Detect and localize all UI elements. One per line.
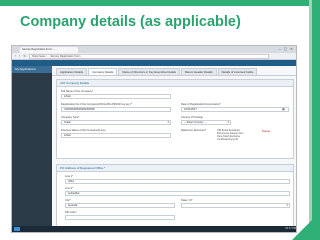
slide-top-bar [0,0,320,6]
slide-right-bar [312,0,320,240]
country-select[interactable]: -- Select Country -- [181,120,231,125]
main-content: Application Details Company Details Name… [52,66,296,232]
start-button[interactable] [14,227,20,231]
tab-directors[interactable]: Name of Directors or Key Executive Detai… [118,68,180,75]
delete-link[interactable]: Delete [262,129,270,133]
window-controls[interactable]: – ▢ ✕ [279,47,294,51]
tab-return-header[interactable]: Return Header Details [180,68,217,75]
country-label: Country Of Foreign [181,116,204,119]
pin-label: PIN code* [65,211,77,214]
reg-no-label: Registration No of the Company/CIN/LLP/L… [61,103,133,106]
line1-input[interactable]: office [65,179,290,184]
city-input[interactable]: amanda [65,203,175,208]
city-label: City* [65,199,71,202]
reference-document-label: Reference Document* [181,129,207,132]
reference-document-note-4: Certificate/Copy.pdf [217,138,238,141]
tab-application-details[interactable]: Application Details [56,68,88,75]
address-bar: ‹ › ↻ https://www.... - Service Registra… [12,53,296,60]
full-name-label: Full Name of the Company* [61,90,93,93]
screenshot-window: Service Registration Form - ... – ▢ ✕ ‹ … [11,45,297,233]
company-details-panel: VAT Company Details Full Name of the Com… [56,79,294,159]
line2-input[interactable]: ambedkar [65,191,290,196]
reg-date-input[interactable]: 22/11/2017 [181,107,289,112]
reg-date-label: Date of Registration/Incorporation* [181,103,221,106]
browser-tabstrip: Service Registration Form - ... – ▢ ✕ [12,46,296,53]
company-type-label: Company Type* [61,116,80,119]
address-panel-header: PO Address of Registered Office * [57,165,293,172]
slide-title: Company details (as applicable) [20,14,241,30]
sidebar: My Applications [12,66,52,232]
slide-right-accent [309,0,312,240]
nav-buttons[interactable]: ‹ › ↻ [15,54,27,58]
previous-name-input[interactable]: infosil [61,133,171,138]
pin-input[interactable] [65,215,175,220]
tab-company-details[interactable]: Company Details [88,68,118,75]
state-label: State / UT [181,199,193,202]
taskbar: 03:17 PM [12,226,296,232]
tab-licensed-cable[interactable]: Details of Licensed Cable [217,68,258,75]
calendar-icon[interactable]: ▦ [282,107,285,111]
company-type-select[interactable]: Indian [61,120,171,125]
form-tabs: Application Details Company Details Name… [52,66,296,76]
company-panel-header: VAT Company Details [57,80,293,87]
state-select[interactable] [181,203,290,208]
address-panel: PO Address of Registered Office * Line 1… [56,164,294,232]
sidebar-item-my-applications[interactable]: My Applications [12,66,52,73]
url-input[interactable]: https://www.... - Service Registration F… [29,54,269,59]
taskbar-clock: 03:17 PM [285,227,296,230]
previous-name-label: Previous Name of the Company(if any) [61,129,106,132]
line1-label: Line 1* [65,175,74,178]
reg-no-input[interactable]: U00000000000000000000 [61,107,171,112]
full-name-input[interactable]: infosil [61,94,171,99]
line2-label: Line 2* [65,187,74,190]
